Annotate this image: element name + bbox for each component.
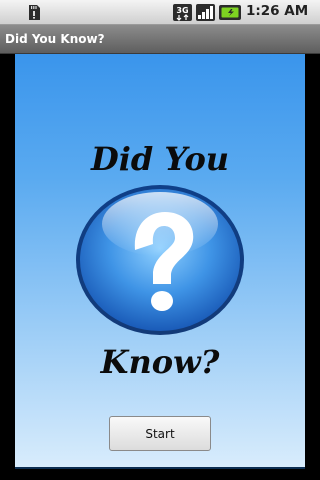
signal-icon: [196, 4, 215, 21]
app-title-bar: Did You Know?: [0, 25, 320, 54]
sd-card-icon: [29, 5, 40, 20]
main-content: Did You Know? Start: [15, 54, 305, 469]
start-button[interactable]: Start: [109, 416, 211, 451]
battery-icon: [219, 5, 241, 20]
status-bar: 3G 1:26 AM: [0, 0, 320, 25]
network-label: 3G: [176, 6, 188, 15]
question-mark-icon: [76, 185, 244, 335]
heading-line-1: Did You: [90, 140, 230, 178]
3g-network-icon: 3G: [173, 4, 192, 21]
heading-line-2: Know?: [100, 343, 220, 381]
app-title: Did You Know?: [5, 32, 105, 46]
status-time: 1:26 AM: [246, 3, 309, 19]
